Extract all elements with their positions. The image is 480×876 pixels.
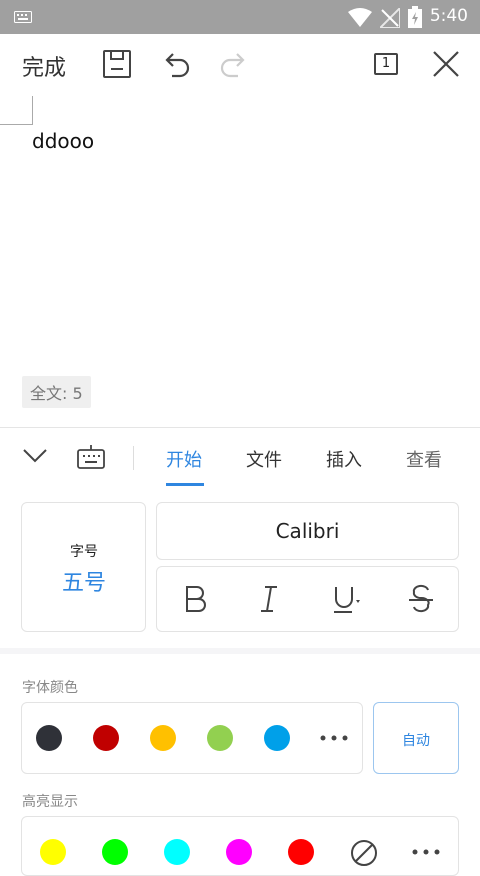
document-text[interactable]: ddooo xyxy=(32,129,94,153)
auto-color-label: 自动 xyxy=(402,733,430,749)
tab-insert[interactable]: 插入 xyxy=(326,446,362,472)
more-colors-icon[interactable] xyxy=(320,733,348,743)
format-panel: 字号 五号 Calibri 字体颜色 自动 高亮显示 xyxy=(0,486,480,876)
word-count: 全文: 5 xyxy=(22,376,91,408)
italic-icon[interactable] xyxy=(249,579,289,619)
font-color-swatch[interactable] xyxy=(93,725,119,751)
wifi-icon xyxy=(348,8,372,27)
underline-icon[interactable] xyxy=(325,579,365,619)
status-time: 5:40 xyxy=(429,6,468,26)
font-size-value: 五号 xyxy=(61,571,106,596)
keyboard-toggle-icon[interactable] xyxy=(77,444,105,470)
document-area[interactable]: ddooo 全文: 5 xyxy=(0,96,480,426)
status-bar: 5:40 xyxy=(0,0,480,34)
highlight-swatch[interactable] xyxy=(102,839,128,865)
highlight-swatch[interactable] xyxy=(40,839,66,865)
highlight-title: 高亮显示 xyxy=(22,794,78,810)
page-count-button[interactable]: 1 xyxy=(374,53,398,75)
auto-color-button[interactable]: 自动 xyxy=(373,702,459,774)
top-toolbar: 完成 1 xyxy=(0,34,480,97)
page-corner-marker xyxy=(0,96,33,125)
no-highlight-icon[interactable] xyxy=(350,839,378,867)
tab-view[interactable]: 查看 xyxy=(406,446,442,472)
font-color-swatch[interactable] xyxy=(207,725,233,751)
keyboard-icon xyxy=(14,11,32,23)
highlight-swatches xyxy=(21,816,459,876)
more-highlight-icon[interactable] xyxy=(412,847,440,857)
highlight-swatch[interactable] xyxy=(226,839,252,865)
chevron-down-icon[interactable] xyxy=(22,446,48,466)
font-size-button[interactable]: 字号 五号 xyxy=(21,502,146,632)
ribbon-tab-bar: 开始 文件 插入 查看 xyxy=(0,427,480,486)
bold-icon[interactable] xyxy=(175,579,215,619)
font-color-title: 字体颜色 xyxy=(22,680,78,696)
no-signal-icon xyxy=(380,8,400,28)
font-color-swatch[interactable] xyxy=(36,725,62,751)
highlight-swatch[interactable] xyxy=(164,839,190,865)
font-color-swatch[interactable] xyxy=(150,725,176,751)
battery-icon xyxy=(408,6,422,28)
page-number: 1 xyxy=(381,56,391,71)
done-button[interactable]: 完成 xyxy=(22,50,66,82)
highlight-swatch[interactable] xyxy=(288,839,314,865)
undo-icon[interactable] xyxy=(160,48,192,80)
font-family-button[interactable]: Calibri xyxy=(156,502,459,560)
redo-icon[interactable] xyxy=(218,48,250,80)
font-color-swatches xyxy=(21,702,363,774)
save-icon[interactable] xyxy=(101,48,133,80)
tab-separator xyxy=(133,446,134,470)
close-icon[interactable] xyxy=(430,48,462,80)
font-family-value: Calibri xyxy=(275,519,340,543)
strikethrough-icon[interactable] xyxy=(401,579,441,619)
font-size-label: 字号 xyxy=(70,544,98,560)
text-style-group xyxy=(156,566,459,632)
font-color-swatch[interactable] xyxy=(264,725,290,751)
tab-start[interactable]: 开始 xyxy=(166,446,202,472)
tab-file[interactable]: 文件 xyxy=(246,446,282,472)
